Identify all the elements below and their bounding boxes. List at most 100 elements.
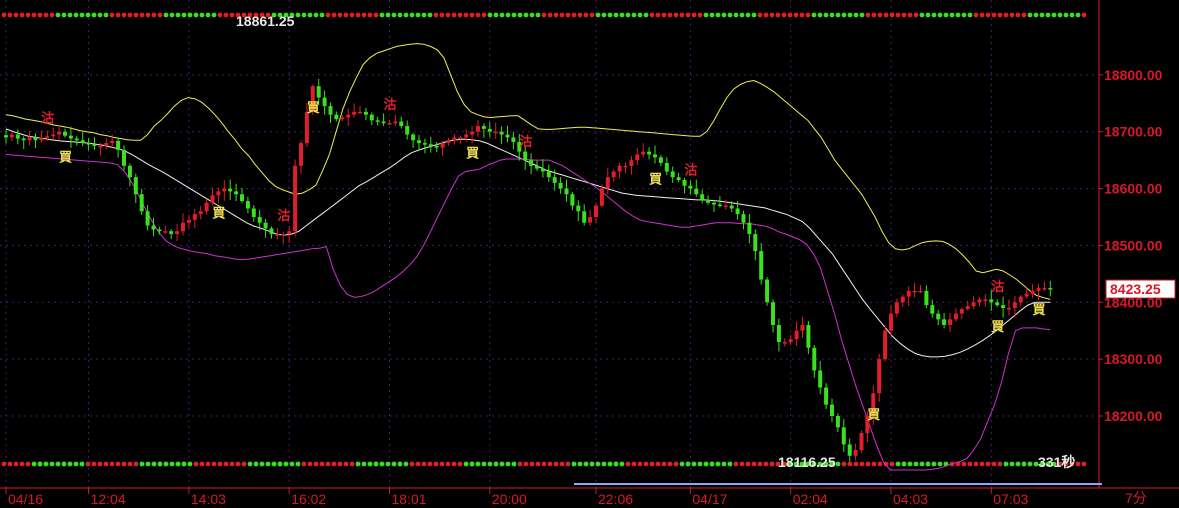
indicator-dot	[193, 461, 199, 467]
indicator-dot	[853, 12, 859, 18]
indicator-dot	[325, 461, 331, 467]
candle-body	[647, 151, 652, 155]
candle-body	[835, 415, 840, 428]
candle-body	[151, 225, 156, 230]
candle-body	[540, 168, 545, 172]
signal-label: 買	[649, 172, 662, 187]
candle-body	[1007, 307, 1011, 310]
indicator-dot	[1039, 12, 1045, 18]
indicator-dot	[865, 12, 871, 18]
indicator-dot	[721, 461, 727, 467]
candle-body	[1036, 288, 1041, 291]
candle-body	[694, 188, 699, 195]
candle-body	[830, 404, 834, 416]
indicator-dot	[763, 12, 769, 18]
indicator-dot	[271, 461, 277, 467]
indicator-dot	[997, 461, 1003, 467]
candle-body	[304, 111, 309, 144]
timeframe-label: 7分	[1125, 490, 1147, 506]
indicator-dot	[163, 12, 169, 18]
candle-body	[487, 128, 492, 132]
candle-body	[953, 313, 958, 320]
indicator-dot	[247, 461, 253, 467]
indicator-dot	[115, 461, 121, 467]
indicator-dot	[829, 12, 835, 18]
candle-body	[422, 143, 427, 145]
indicator-dot	[1081, 12, 1087, 18]
x-tick-label: 04:03	[893, 491, 928, 507]
candle-body	[133, 177, 138, 195]
candle-body	[741, 214, 746, 223]
candle-body	[629, 160, 634, 166]
indicator-dot	[355, 461, 361, 467]
candle-body	[57, 131, 62, 135]
indicator-dot	[727, 461, 733, 467]
indicator-dot	[847, 461, 853, 467]
candle-body	[328, 106, 333, 115]
candle-body	[576, 205, 581, 212]
indicator-dot	[601, 461, 607, 467]
candle-body	[794, 330, 799, 340]
indicator-dot	[181, 12, 187, 18]
indicator-dot	[673, 461, 679, 467]
indicator-dot	[1009, 461, 1015, 467]
indicator-dot	[535, 12, 541, 18]
bottom-indicator-dots	[1, 461, 1087, 467]
indicator-dot	[961, 12, 967, 18]
indicator-dot	[859, 12, 865, 18]
candle-body	[676, 177, 681, 181]
indicator-dot	[709, 12, 715, 18]
candle-body	[4, 135, 8, 138]
indicator-dot	[127, 461, 133, 467]
indicator-dot	[769, 12, 775, 18]
indicator-dot	[151, 461, 157, 467]
candle-body	[582, 211, 587, 223]
indicator-dot	[631, 461, 637, 467]
indicator-dot	[121, 12, 127, 18]
indicator-dot	[1069, 12, 1075, 18]
indicator-dot	[85, 461, 91, 467]
indicator-dot	[649, 461, 655, 467]
indicator-dot	[91, 461, 97, 467]
indicator-dot	[187, 12, 193, 18]
indicator-dot	[253, 461, 259, 467]
signal-label: 買	[991, 320, 1004, 335]
indicator-dot	[937, 461, 943, 467]
candle-body	[735, 208, 740, 215]
indicator-dot	[625, 461, 631, 467]
indicator-dot	[595, 12, 601, 18]
indicator-dot	[769, 461, 775, 467]
indicator-dot	[343, 12, 349, 18]
indicator-dot	[823, 12, 829, 18]
candle-body	[210, 195, 215, 203]
indicator-dot	[553, 12, 559, 18]
indicator-dot	[589, 12, 595, 18]
signal-label: 沽	[384, 97, 397, 113]
candle-body	[635, 154, 640, 161]
candle-body	[977, 299, 982, 303]
candle-body	[1048, 288, 1053, 290]
candle-body	[776, 325, 781, 343]
indicator-dot	[979, 461, 985, 467]
indicator-dot	[325, 12, 331, 18]
candle-body	[9, 134, 14, 138]
candle-body	[900, 296, 905, 303]
indicator-dot	[865, 461, 871, 467]
indicator-dot	[1063, 12, 1069, 18]
candle-body	[936, 313, 941, 320]
candle-body	[759, 251, 764, 280]
indicator-dot	[643, 12, 649, 18]
indicator-dot	[661, 12, 667, 18]
indicator-dot	[109, 12, 115, 18]
indicator-dot	[127, 12, 133, 18]
candle-body	[889, 313, 893, 331]
candle-body	[116, 140, 121, 150]
candle-body	[80, 140, 85, 144]
indicator-dot	[31, 12, 37, 18]
candle-body	[405, 126, 410, 135]
candle-body	[806, 325, 811, 348]
signal-label: 買	[1033, 303, 1046, 318]
indicator-dot	[859, 461, 865, 467]
indicator-dot	[301, 461, 307, 467]
indicator-dot	[619, 461, 625, 467]
